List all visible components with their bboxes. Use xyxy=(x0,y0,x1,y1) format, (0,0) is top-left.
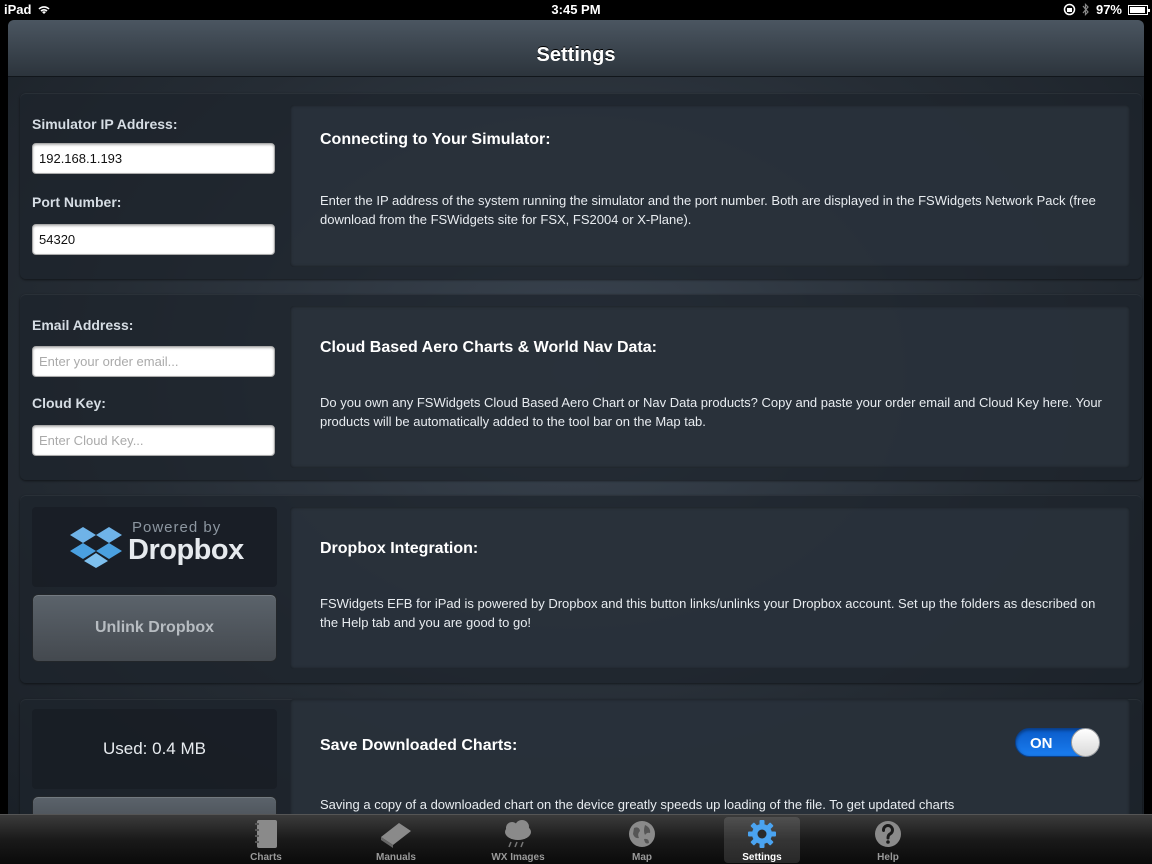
simulator-description-text: Enter the IP address of the system runni… xyxy=(320,193,1096,227)
status-bar: iPad 3:45 PM 97% xyxy=(0,0,1152,20)
book-icon xyxy=(381,823,411,848)
simulator-description-title: Connecting to Your Simulator: xyxy=(320,131,551,148)
email-address-label: Email Address: xyxy=(32,317,134,333)
dropbox-description-panel: Dropbox Integration: FSWidgets EFB for i… xyxy=(290,507,1130,669)
dropbox-description-title: Dropbox Integration: xyxy=(320,540,479,557)
toggle-knob xyxy=(1071,728,1100,757)
page-title: Settings xyxy=(536,44,616,66)
settings-content[interactable]: Simulator IP Address: Port Number: Conne… xyxy=(8,77,1144,814)
cloud-rain-icon xyxy=(505,820,531,848)
dropbox-section: Powered by Dropbox Unlink Dropbox Dropbo… xyxy=(20,495,1142,683)
port-number-input[interactable] xyxy=(32,224,275,255)
save-charts-description-title: Save Downloaded Charts: xyxy=(320,737,518,754)
battery-icon xyxy=(1128,4,1150,15)
tab-charts-label: Charts xyxy=(250,852,282,863)
simulator-description-panel: Connecting to Your Simulator: Enter the … xyxy=(290,105,1130,267)
save-charts-toggle[interactable]: ON xyxy=(1015,728,1100,757)
orientation-lock-icon xyxy=(1063,3,1076,16)
simulator-section: Simulator IP Address: Port Number: Conne… xyxy=(20,93,1142,279)
email-address-input[interactable] xyxy=(32,346,275,377)
dropbox-logo-wordmark: Dropbox xyxy=(128,534,244,566)
tab-manuals-label: Manuals xyxy=(375,852,416,863)
cloud-description-panel: Cloud Based Aero Charts & World Nav Data… xyxy=(290,306,1130,468)
tab-manuals[interactable]: Manuals xyxy=(358,817,434,863)
tab-help[interactable]: Help xyxy=(850,817,926,863)
dropbox-icon xyxy=(70,527,122,568)
port-number-label: Port Number: xyxy=(32,194,122,210)
save-charts-description-text: Saving a copy of a downloaded chart on t… xyxy=(320,797,955,812)
cloud-key-input[interactable] xyxy=(32,425,275,456)
save-charts-description-panel: Save Downloaded Charts: ON Saving a copy… xyxy=(290,699,1130,814)
storage-used-label: Used: 0.4 MB xyxy=(32,709,277,789)
tab-bar: Charts Manuals WX Images Map Settings He… xyxy=(0,814,1152,864)
tab-map-label: Map xyxy=(632,852,652,863)
bluetooth-icon xyxy=(1082,3,1089,16)
toggle-on-label: ON xyxy=(1030,735,1053,752)
tab-wx-images[interactable]: WX Images xyxy=(480,817,556,863)
cloud-description-text: Do you own any FSWidgets Cloud Based Aer… xyxy=(320,395,1102,429)
tab-wx-images-label: WX Images xyxy=(491,852,545,863)
tab-settings[interactable]: Settings xyxy=(724,817,800,863)
battery-percent: 97% xyxy=(1095,2,1122,17)
tab-map[interactable]: Map xyxy=(604,817,680,863)
cloud-key-label: Cloud Key: xyxy=(32,395,106,411)
clear-charts-button[interactable] xyxy=(32,796,277,814)
cloud-description-title: Cloud Based Aero Charts & World Nav Data… xyxy=(320,339,657,356)
globe-icon xyxy=(629,821,655,847)
simulator-ip-label: Simulator IP Address: xyxy=(32,116,178,132)
cloud-section: Email Address: Cloud Key: Cloud Based Ae… xyxy=(20,294,1142,480)
save-charts-section: Used: 0.4 MB Save Downloaded Charts: ON … xyxy=(20,699,1142,814)
gear-icon xyxy=(748,820,776,848)
question-icon xyxy=(875,821,901,847)
tab-charts[interactable]: Charts xyxy=(228,817,304,863)
unlink-dropbox-button[interactable]: Unlink Dropbox xyxy=(32,594,277,662)
notebook-icon xyxy=(255,820,277,848)
dropbox-logo: Powered by Dropbox xyxy=(32,507,277,587)
tab-help-label: Help xyxy=(877,852,899,863)
simulator-ip-input[interactable] xyxy=(32,143,275,174)
dropbox-description-text: FSWidgets EFB for iPad is powered by Dro… xyxy=(320,596,1096,630)
tab-settings-label: Settings xyxy=(742,852,782,863)
navigation-bar: Settings xyxy=(8,20,1144,77)
clock: 3:45 PM xyxy=(551,2,601,17)
